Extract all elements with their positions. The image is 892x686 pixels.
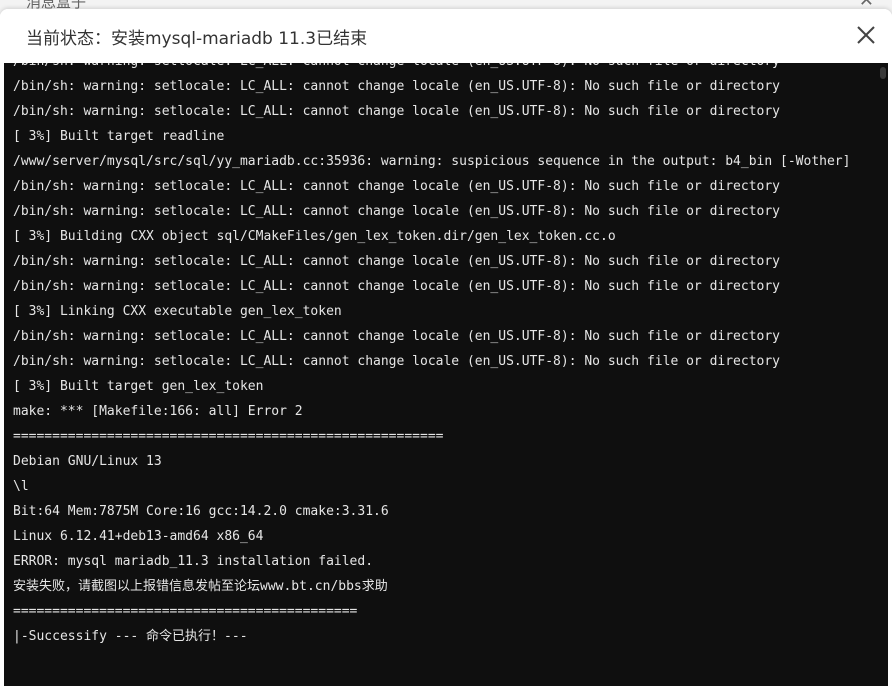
terminal-line: /bin/sh: warning: setlocale: LC_ALL: can… <box>13 79 781 94</box>
terminal-line: /bin/sh: warning: setlocale: LC_ALL: can… <box>4 63 876 74</box>
screen: 消息盒子 ✕ 当前状态：安装mysql-mariadb 11.3已结束 /bin… <box>0 0 892 686</box>
terminal-line: ========================================… <box>13 429 444 444</box>
terminal-line: /bin/sh: warning: setlocale: LC_ALL: can… <box>13 179 781 194</box>
terminal-line: Bit:64 Mem:7875M Core:16 gcc:14.2.0 cmak… <box>13 504 389 519</box>
terminal-line: make: *** [Makefile:166: all] Error 2 <box>13 404 303 419</box>
terminal-line: /bin/sh: warning: setlocale: LC_ALL: can… <box>13 254 781 269</box>
terminal-line: ========================================… <box>13 604 358 619</box>
terminal-line: [ 3%] Linking CXX executable gen_lex_tok… <box>13 304 342 319</box>
terminal-line: [ 3%] Built target readline <box>13 129 225 144</box>
install-status-dialog: 当前状态：安装mysql-mariadb 11.3已结束 /bin/sh: wa… <box>0 9 892 686</box>
terminal-line: Debian GNU/Linux 13 <box>13 454 162 469</box>
terminal-line: /bin/sh: warning: setlocale: LC_ALL: can… <box>13 354 781 369</box>
terminal-line: /bin/sh: warning: setlocale: LC_ALL: can… <box>13 329 781 344</box>
terminal-line: ERROR: mysql mariadb_11.3 installation f… <box>13 554 374 569</box>
terminal-line: |-Successify --- 命令已执行！--- <box>13 629 248 644</box>
dialog-title: 当前状态：安装mysql-mariadb 11.3已结束 <box>26 29 368 49</box>
terminal-line: Linux 6.12.41+deb13-amd64 x86_64 <box>13 529 264 544</box>
terminal-line: /www/server/mysql/src/sql/yy_mariadb.cc:… <box>13 154 851 169</box>
terminal-log: /bin/sh: warning: setlocale: LC_ALL: can… <box>4 63 876 649</box>
terminal-line: [ 3%] Built target gen_lex_token <box>13 379 264 394</box>
terminal-output[interactable]: /bin/sh: warning: setlocale: LC_ALL: can… <box>4 63 888 686</box>
close-icon[interactable] <box>854 23 878 47</box>
scrollbar-thumb[interactable] <box>880 67 886 79</box>
terminal-line: [ 3%] Building CXX object sql/CMakeFiles… <box>13 229 616 244</box>
terminal-line: \l <box>13 479 29 494</box>
terminal-line: /bin/sh: warning: setlocale: LC_ALL: can… <box>13 104 781 119</box>
terminal-line: /bin/sh: warning: setlocale: LC_ALL: can… <box>13 204 781 219</box>
terminal-line: /bin/sh: warning: setlocale: LC_ALL: can… <box>13 279 781 294</box>
terminal-scrollbar[interactable] <box>876 63 888 686</box>
terminal-line: 安装失败，请截图以上报错信息发帖至论坛www.bt.cn/bbs求助 <box>13 579 388 594</box>
dialog-header: 当前状态：安装mysql-mariadb 11.3已结束 <box>0 9 892 63</box>
